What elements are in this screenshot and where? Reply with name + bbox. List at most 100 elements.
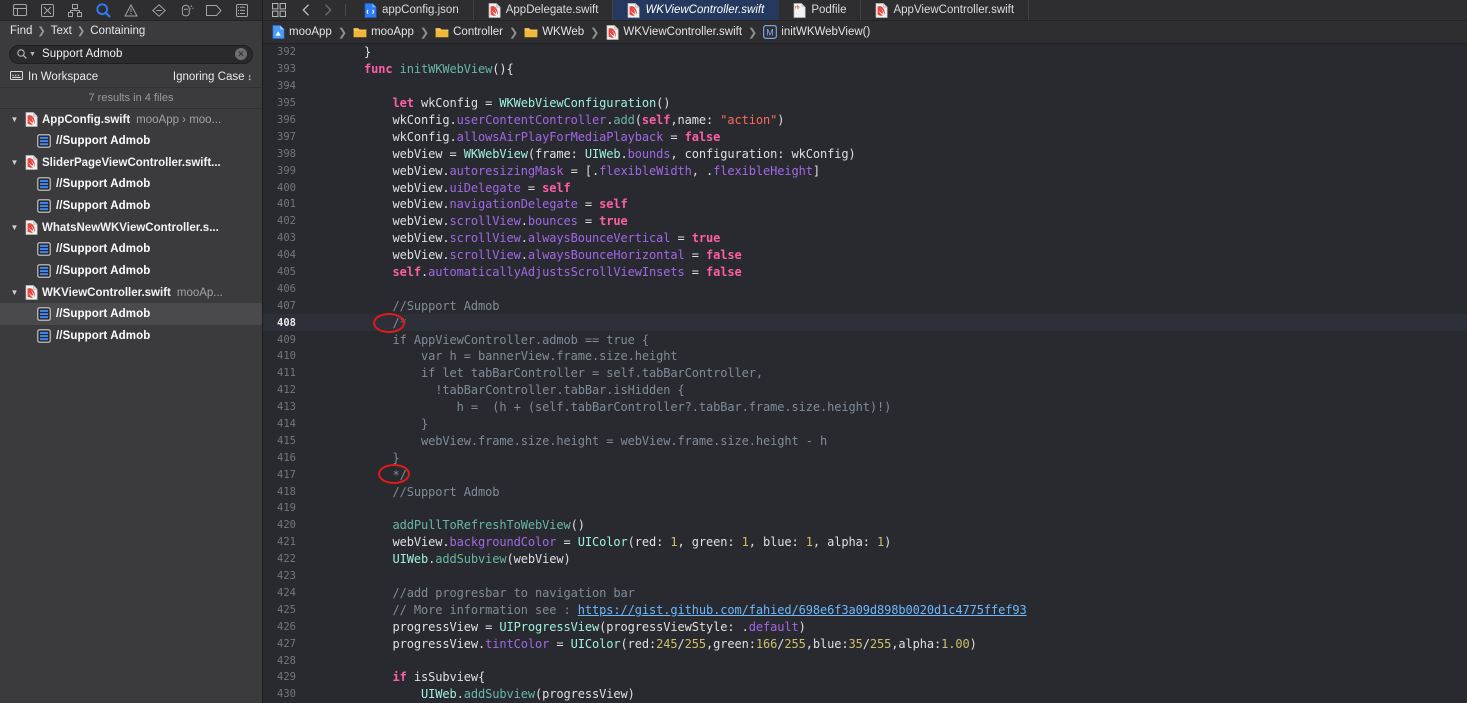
code-line-393[interactable]: 393 func initWKWebView(){: [263, 61, 1467, 78]
breadcrumb-item-0[interactable]: mooApp: [271, 25, 332, 39]
result-file-row[interactable]: ▼ WhatsNewWKViewController.s...: [0, 217, 262, 238]
code-line-397[interactable]: 397 wkConfig.allowsAirPlayForMediaPlayba…: [263, 128, 1467, 145]
code-line-396[interactable]: 396 wkConfig.userContentController.add(s…: [263, 112, 1467, 129]
code-line-422[interactable]: 422 UIWeb.addSubview(webView): [263, 551, 1467, 568]
test-navigator-icon[interactable]: [145, 1, 173, 20]
result-match-row[interactable]: //Support Admob: [0, 173, 262, 195]
breadcrumb-item-2[interactable]: Controller: [435, 25, 503, 39]
code-line-text: wkConfig.userContentController.add(self,…: [307, 113, 785, 127]
code-line-398[interactable]: 398 webView = WKWebView(frame: UIWeb.bou…: [263, 145, 1467, 162]
code-line-412[interactable]: 412 !tabBarController.tabBar.isHidden {: [263, 382, 1467, 399]
result-match-row-selected[interactable]: //Support Admob: [0, 303, 262, 325]
code-line-415[interactable]: 415 webView.frame.size.height = webView.…: [263, 432, 1467, 449]
code-line-421[interactable]: 421 webView.backgroundColor = UIColor(re…: [263, 534, 1467, 551]
swift-file-icon: [605, 24, 619, 40]
code-line-392[interactable]: 392 }: [263, 44, 1467, 61]
breakpoint-navigator-icon[interactable]: [200, 1, 228, 20]
result-file-row[interactable]: ▼ WKViewController.swift mooAp...: [0, 282, 262, 303]
code-line-408[interactable]: 408 /*: [263, 314, 1467, 332]
find-mode-label[interactable]: Find: [10, 25, 32, 37]
editor-tab-1[interactable]: AppDelegate.swift: [474, 0, 614, 20]
case-sensitivity-selector[interactable]: Ignoring Case ↕: [173, 71, 252, 83]
code-line-405[interactable]: 405 self.automaticallyAdjustsScrollViewI…: [263, 264, 1467, 281]
code-line-402[interactable]: 402 webView.scrollView.bounces = true: [263, 213, 1467, 230]
result-file-row[interactable]: ▼ AppConfig.swift mooApp › moo...: [0, 109, 262, 130]
issue-navigator-icon[interactable]: [117, 1, 145, 20]
result-match-row[interactable]: //Support Admob: [0, 195, 262, 217]
breadcrumb[interactable]: mooApp ❯ mooApp ❯ Controller ❯ WKWeb ❯ WKViewCon…: [263, 21, 1467, 44]
result-match-row[interactable]: //Support Admob: [0, 238, 262, 260]
code-line-401[interactable]: 401 webView.navigationDelegate = self: [263, 196, 1467, 213]
search-input-value[interactable]: Support Admob: [39, 48, 232, 60]
code-line-417[interactable]: 417 */: [263, 466, 1467, 483]
code-line-426[interactable]: 426 progressView = UIProgressView(progre…: [263, 618, 1467, 635]
code-line-423[interactable]: 423: [263, 568, 1467, 585]
breadcrumb-item-3[interactable]: WKWeb: [524, 25, 584, 39]
debug-navigator-icon[interactable]: [173, 1, 201, 20]
editor-tab-4[interactable]: AppViewController.swift: [861, 0, 1030, 20]
code-line-403[interactable]: 403 webView.scrollView.alwaysBounceVerti…: [263, 230, 1467, 247]
disclosure-chevron-icon[interactable]: ▼: [8, 223, 21, 232]
disclosure-chevron-icon[interactable]: ▼: [8, 288, 21, 297]
breadcrumb-item-5[interactable]: MinitWKWebView(): [763, 25, 870, 39]
navigate-back-button[interactable]: [295, 0, 317, 20]
result-match-row[interactable]: //Support Admob: [0, 260, 262, 282]
result-match-text: //Support Admob: [56, 243, 151, 255]
code-line-400[interactable]: 400 webView.uiDelegate = self: [263, 179, 1467, 196]
line-number: 421: [277, 536, 296, 549]
result-file-row[interactable]: ▼ SliderPageViewController.swift...: [0, 152, 262, 173]
navigate-forward-button[interactable]: [317, 0, 339, 20]
code-line-407[interactable]: 407 //Support Admob: [263, 297, 1467, 314]
code-line-418[interactable]: 418 //Support Admob: [263, 483, 1467, 500]
code-line-430[interactable]: 430 UIWeb.addSubview(progressView): [263, 686, 1467, 703]
code-line-429[interactable]: 429 if isSubview{: [263, 669, 1467, 686]
result-match-row[interactable]: //Support Admob: [0, 325, 262, 347]
code-line-419[interactable]: 419: [263, 500, 1467, 517]
symbol-navigator-icon[interactable]: [62, 1, 90, 20]
search-results-list[interactable]: ▼ AppConfig.swift mooApp › moo... //Support…: [0, 109, 262, 703]
search-input[interactable]: ▼ Support Admob ✕: [9, 44, 253, 64]
disclosure-chevron-icon[interactable]: ▼: [8, 158, 21, 167]
chevron-down-icon-search[interactable]: ▼: [29, 51, 36, 58]
report-navigator-icon[interactable]: [228, 1, 256, 20]
code-line-424[interactable]: 424 //add progresbar to navigation bar: [263, 585, 1467, 602]
code-line-409[interactable]: 409 if AppViewController.admob == true {: [263, 331, 1467, 348]
code-line-399[interactable]: 399 webView.autoresizingMask = [.flexibl…: [263, 162, 1467, 179]
code-line-395[interactable]: 395 let wkConfig = WKWebViewConfiguratio…: [263, 95, 1467, 112]
code-line-text: progressView = UIProgressView(progressVi…: [307, 619, 806, 634]
result-match-row[interactable]: //Support Admob: [0, 130, 262, 152]
tab-bar[interactable]: appConfig.json AppDelegate.swift WKViewCon…: [263, 0, 1467, 21]
code-line-428[interactable]: 428: [263, 652, 1467, 669]
code-line-406[interactable]: 406: [263, 280, 1467, 297]
editor-tab-3[interactable]: rb Podfile: [779, 0, 862, 20]
project-navigator-icon[interactable]: [6, 1, 34, 20]
code-line-420[interactable]: 420 addPullToRefreshToWebView(): [263, 517, 1467, 534]
case-label[interactable]: Ignoring Case: [173, 71, 245, 83]
breadcrumb-item-4[interactable]: WKViewController.swift: [605, 24, 742, 40]
code-line-413[interactable]: 413 h = (h + (self.tabBarController?.tab…: [263, 399, 1467, 416]
disclosure-chevron-icon[interactable]: ▼: [8, 115, 21, 124]
editor-tab-0[interactable]: appConfig.json: [350, 0, 474, 20]
clear-search-icon[interactable]: ✕: [235, 48, 247, 60]
stepper-icon[interactable]: ↕: [248, 72, 253, 82]
code-line-404[interactable]: 404 webView.scrollView.alwaysBounceHoriz…: [263, 247, 1467, 264]
find-match-label[interactable]: Containing: [90, 25, 145, 37]
swift-file-icon: [24, 112, 39, 127]
code-line-427[interactable]: 427 progressView.tintColor = UIColor(red…: [263, 635, 1467, 652]
source-control-navigator-icon[interactable]: [34, 1, 62, 20]
tab-overview-icon[interactable]: [263, 0, 295, 20]
code-editor[interactable]: 392 } 393 func initWKWebView(){394 395 let…: [263, 44, 1467, 703]
scope-label[interactable]: In Workspace: [28, 71, 98, 83]
code-line-394[interactable]: 394: [263, 78, 1467, 95]
code-line-425[interactable]: 425 // More information see : https://gi…: [263, 601, 1467, 618]
find-navigator-icon[interactable]: [89, 1, 117, 20]
code-line-414[interactable]: 414 }: [263, 416, 1467, 433]
find-type-label[interactable]: Text: [51, 25, 72, 37]
swift-file-icon: [24, 285, 39, 300]
code-line-411[interactable]: 411 if let tabBarController = self.tabBa…: [263, 365, 1467, 382]
editor-tab-2[interactable]: WKViewController.swift: [613, 0, 780, 20]
breadcrumb-item-1[interactable]: mooApp: [353, 25, 414, 39]
scope-selector[interactable]: In Workspace: [10, 71, 98, 83]
code-line-416[interactable]: 416 }: [263, 449, 1467, 466]
code-line-410[interactable]: 410 var h = bannerView.frame.size.height: [263, 348, 1467, 365]
